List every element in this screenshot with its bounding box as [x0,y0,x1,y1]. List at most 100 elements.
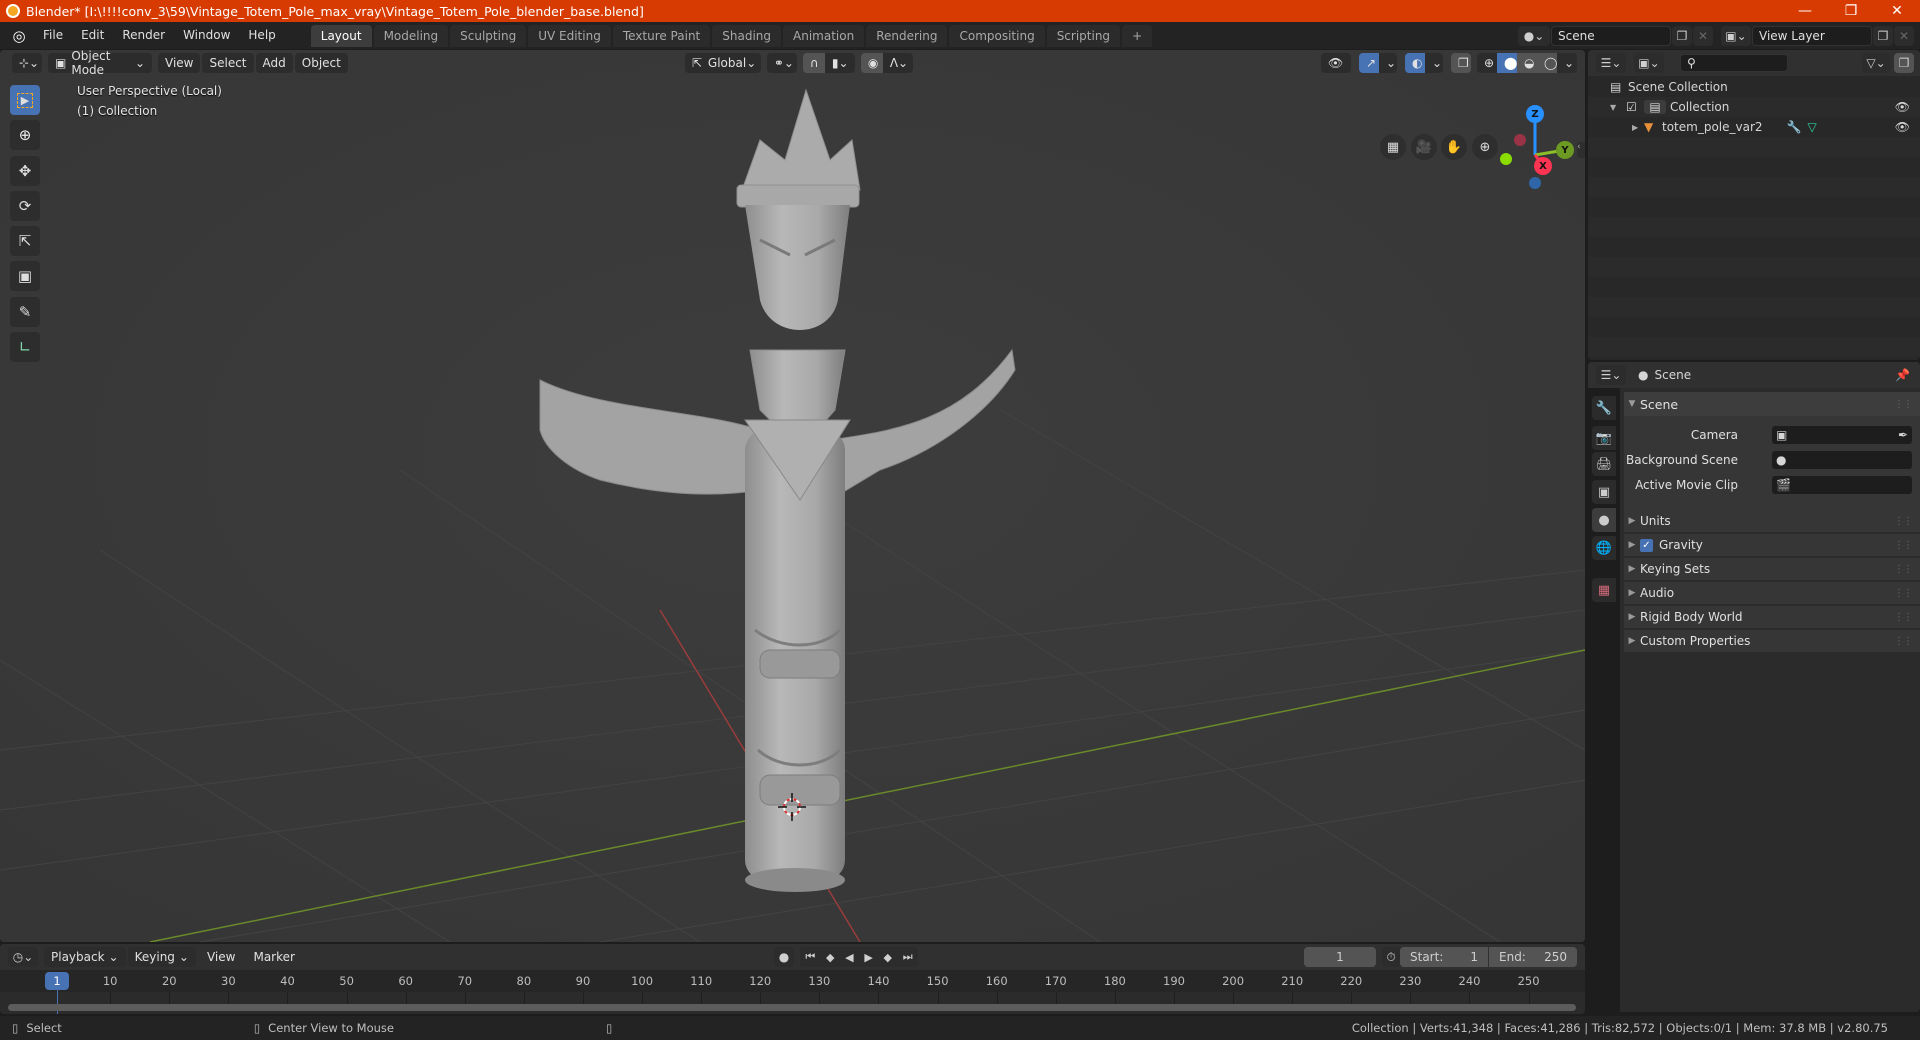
new-scene-button[interactable]: ❐ [1672,25,1692,46]
overlay-dropdown[interactable]: ⌄ [1425,53,1443,73]
tool-scale[interactable]: ⇱ [10,226,40,256]
gizmo-neg-x-axis[interactable] [1514,134,1526,146]
scene-name-field[interactable]: Scene [1551,25,1671,46]
outliner-row-scene-collection[interactable]: ▤ Scene Collection [1588,77,1920,97]
sidebar-expand-handle[interactable]: ‹ [1577,142,1585,158]
drag-grip-icon[interactable]: ⋮⋮ [1894,636,1913,647]
menu-view[interactable]: View [158,53,201,73]
3d-viewport[interactable]: ⊹⌄ ▣ Object Mode ⌄ View Select Add Objec… [0,50,1585,942]
record-button[interactable]: ● [773,947,794,967]
timeline-editor[interactable]: ◷⌄ Playback ⌄ Keying ⌄ View Marker ● ⏮ ◆ ◀… [0,944,1585,1014]
tab-modeling[interactable]: Modeling [373,24,449,47]
scene-panel-header[interactable]: ▼ Scene ⋮⋮ [1624,392,1920,416]
menu-keying[interactable]: Keying ⌄ [127,947,196,967]
gizmo-neg-z-axis[interactable] [1529,177,1541,189]
jump-end-icon[interactable]: ⏭ [903,950,913,964]
panel-rigid-body-world[interactable]: ▶ Rigid Body World ⋮⋮ [1624,606,1920,628]
collection-checkbox[interactable]: ☑ [1626,100,1644,114]
wrench-modifier-icon[interactable]: 🔧 [1787,120,1802,134]
shading-solid[interactable]: ⬤ [1497,53,1517,73]
delete-scene-button[interactable]: ✕ [1693,25,1713,46]
tab-rendering[interactable]: Rendering [866,24,948,47]
shading-material[interactable]: ◒ [1517,53,1537,73]
snap-target-dropdown[interactable]: ▮⌄ [824,53,855,73]
expand-triangle-icon[interactable]: ▼ [1610,103,1626,112]
tab-scene[interactable]: ● [1592,508,1616,532]
eye-icon[interactable]: 👁 [1895,100,1910,114]
drag-grip-icon[interactable]: ⋮⋮ [1894,564,1913,575]
gizmo-toggle[interactable]: ↗ [1359,53,1379,73]
use-preview-range-toggle[interactable]: ⏱ [1382,947,1400,967]
menu-edit[interactable]: Edit [72,22,113,49]
outliner-row-collection[interactable]: ▼ ☑ ▤ Collection 👁 [1588,97,1920,117]
tab-animation[interactable]: Animation [783,24,865,47]
menu-marker[interactable]: Marker [244,944,303,970]
tab-uv-editing[interactable]: UV Editing [528,24,611,47]
snap-toggle[interactable]: ∩ [802,53,825,73]
new-collection-button[interactable]: ❐ [1894,53,1914,73]
gravity-checkbox[interactable]: ✓ [1640,538,1653,552]
end-frame-field[interactable]: End: 250 [1489,947,1577,967]
tool-measure[interactable]: ∟ [10,332,40,362]
play-icon[interactable]: ▶ [864,951,872,964]
tab-layout[interactable]: Layout [310,24,372,47]
view-layer-name-field[interactable]: View Layer [1752,25,1872,46]
filter-dropdown[interactable]: ▽⌄ [1862,53,1890,73]
gizmo-y-axis[interactable]: Y [1556,141,1574,159]
selectability-visibility-dropdown[interactable]: 👁 [1321,53,1351,73]
new-view-layer-button[interactable]: ❐ [1873,25,1893,46]
drag-grip-icon[interactable]: ⋮⋮ [1894,588,1913,599]
outliner-search-input[interactable]: ⚲ [1680,54,1788,72]
outliner-row-totem-pole[interactable]: ▶ ▼ totem_pole_var2 🔧 ▽ 👁 [1588,117,1920,137]
tool-annotate[interactable]: ✎ [10,297,40,327]
scene-selector-button[interactable]: ●⌄ [1518,25,1550,46]
tool-cursor[interactable]: ⊕ [10,120,40,150]
playhead-frame-indicator[interactable]: 1 [45,972,69,990]
tab-compositing[interactable]: Compositing [949,24,1045,47]
editor-type-button[interactable]: ⊹⌄ [12,53,42,73]
eye-icon[interactable]: 👁 [1895,120,1910,134]
background-scene-field[interactable]: ● [1772,451,1912,469]
active-movie-clip-field[interactable]: 🎬 [1772,476,1912,494]
blender-menu-icon[interactable]: ◎ [10,27,28,45]
start-frame-field[interactable]: Start: 1 [1400,947,1488,967]
tab-tool[interactable]: 🔧 [1592,396,1616,420]
pivot-point-dropdown[interactable]: ⚭⌄ [766,53,797,73]
tab-shading[interactable]: Shading [712,24,781,47]
menu-select[interactable]: Select [202,53,254,73]
pin-icon[interactable]: 📌 [1895,368,1910,382]
gizmo-dropdown[interactable]: ⌄ [1379,53,1397,73]
menu-add[interactable]: Add [255,53,293,73]
gizmo-neg-y-axis[interactable] [1500,153,1512,165]
camera-field[interactable]: ▣ ✒ [1772,426,1912,444]
panel-audio[interactable]: ▶ Audio ⋮⋮ [1624,582,1920,604]
menu-object[interactable]: Object [294,53,348,73]
gizmo-x-axis[interactable]: X [1534,157,1552,175]
tool-transform[interactable]: ▣ [10,261,40,291]
camera-view-button[interactable]: 🎥 [1411,134,1437,160]
close-button[interactable]: ✕ [1874,0,1920,22]
toggle-camera-grid-button[interactable]: ▦ [1380,134,1406,160]
mesh-data-icon[interactable]: ▽ [1807,120,1816,134]
drag-grip-icon[interactable]: ⋮⋮ [1894,399,1913,410]
drag-grip-icon[interactable]: ⋮⋮ [1894,612,1913,623]
panel-custom-properties[interactable]: ▶ Custom Properties ⋮⋮ [1624,630,1920,652]
shading-dropdown[interactable]: ⌄ [1557,53,1577,73]
tab-render[interactable]: 📷 [1592,426,1616,450]
properties-editor-type-button[interactable]: ☰⌄ [1596,365,1626,385]
jump-start-icon[interactable]: ⏮ [805,950,815,964]
pan-view-button[interactable]: ✋ [1441,134,1467,160]
tab-view-layer[interactable]: ▣ [1592,480,1616,504]
delete-view-layer-button[interactable]: ✕ [1894,25,1914,46]
expand-triangle-icon[interactable]: ▶ [1632,123,1644,132]
shading-wireframe[interactable]: ⊕ [1477,53,1497,73]
tab-scripting[interactable]: Scripting [1046,24,1121,47]
panel-units[interactable]: ▶ Units ⋮⋮ [1624,510,1920,532]
drag-grip-icon[interactable]: ⋮⋮ [1894,540,1913,551]
overlay-toggle[interactable]: ◐ [1405,53,1425,73]
outliner-editor-type-button[interactable]: ☰⌄ [1596,53,1626,73]
view-layer-selector-button[interactable]: ▣⌄ [1721,25,1751,46]
add-workspace-button[interactable]: + [1122,24,1153,47]
tool-move[interactable]: ✥ [10,156,40,186]
timeline-editor-type-button[interactable]: ◷⌄ [8,947,38,967]
